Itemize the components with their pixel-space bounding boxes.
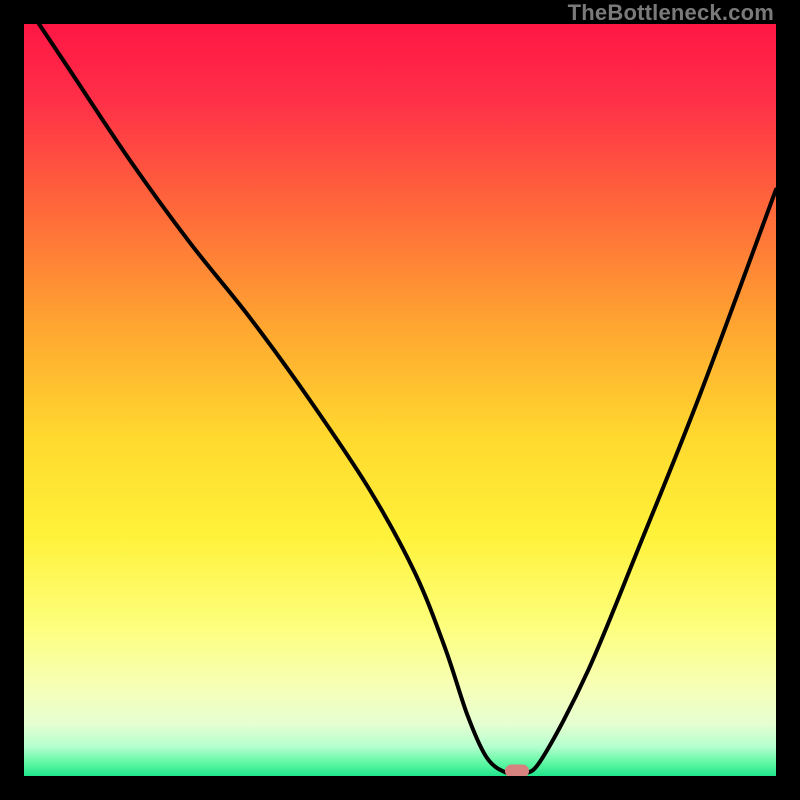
chart-frame: TheBottleneck.com xyxy=(0,0,800,800)
bottleneck-curve xyxy=(24,24,776,775)
watermark-text: TheBottleneck.com xyxy=(568,0,774,26)
optimal-marker xyxy=(505,765,529,776)
plot-area xyxy=(24,24,776,776)
curve-layer xyxy=(24,24,776,776)
